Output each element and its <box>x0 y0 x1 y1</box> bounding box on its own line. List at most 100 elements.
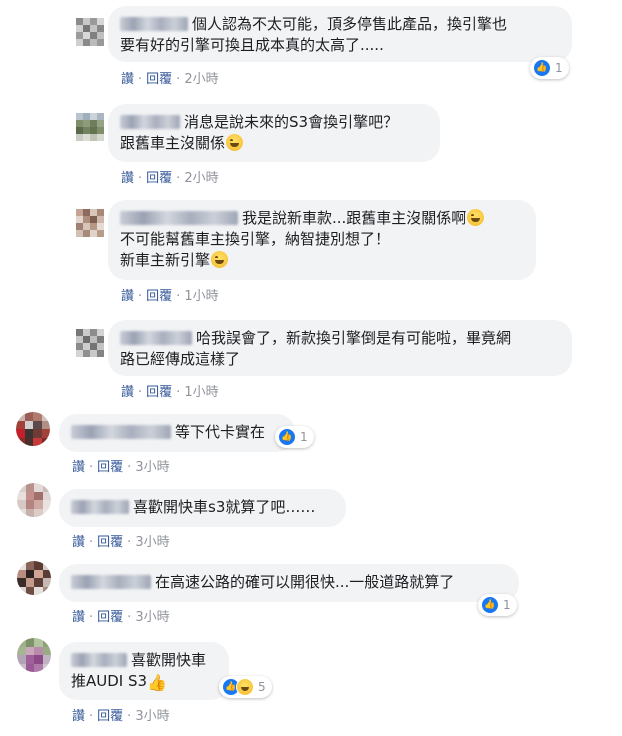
commenter-name[interactable] <box>71 500 129 514</box>
timestamp[interactable]: 1小時 <box>184 289 218 304</box>
separator: · <box>138 289 143 304</box>
avatar[interactable] <box>17 483 51 517</box>
comment-actions: 讚 · 回覆 · 3小時 <box>72 456 170 475</box>
separator: · <box>138 171 143 186</box>
separator: · <box>176 171 181 186</box>
comment-text-line: 哈我誤會了，新款換引擎倒是有可能啦，畢竟網 <box>196 329 512 347</box>
comment-bubble: 我是說新車款...跟舊車主沒關係啊 不可能幫舊車主換引擎，納智捷別想了！ 新車主… <box>108 200 536 280</box>
comment-text-line: 路已經傳成這樣了 <box>120 350 241 368</box>
like-link[interactable]: 讚 <box>121 289 134 304</box>
like-link[interactable]: 讚 <box>72 610 85 625</box>
laughing-emoji-icon <box>211 251 229 268</box>
separator: · <box>89 610 94 625</box>
reaction-badge[interactable]: 👍 1 <box>478 594 517 616</box>
comment-text-line: 在高速公路的確可以開很快...一般道路就算了 <box>155 573 455 591</box>
avatar[interactable] <box>76 209 104 237</box>
reply-link[interactable]: 回覆 <box>146 72 172 87</box>
commenter-name[interactable] <box>120 331 192 345</box>
comment-text-line: 我是說新車款...跟舊車主沒關係啊 <box>242 209 467 227</box>
comment-actions: 讚 · 回覆 · 3小時 <box>72 531 170 550</box>
comment-bubble: 等下代卡實在 <box>59 414 295 452</box>
separator: · <box>176 289 181 304</box>
comment-actions: 讚 · 回覆 · 3小時 <box>72 606 170 625</box>
commenter-name[interactable] <box>71 425 171 439</box>
comment-text-line: 消息是說未來的S3會換引擎吧？ <box>184 113 399 131</box>
avatar[interactable] <box>76 18 104 46</box>
commenter-name[interactable] <box>71 653 127 667</box>
avatar[interactable] <box>17 638 51 672</box>
separator: · <box>127 535 132 550</box>
like-reaction-icon: 👍 <box>533 59 551 77</box>
comment-actions: 讚 · 回覆 · 3小時 <box>72 705 170 724</box>
comment-actions: 讚 · 回覆 · 2小時 <box>121 68 219 87</box>
reaction-count: 1 <box>300 430 308 444</box>
comment-text-line: 喜歡開快車 <box>131 651 207 669</box>
timestamp[interactable]: 2小時 <box>184 171 218 186</box>
separator: · <box>138 385 143 400</box>
like-link[interactable]: 讚 <box>72 535 85 550</box>
like-link[interactable]: 讚 <box>121 385 134 400</box>
separator: · <box>127 709 132 724</box>
thumbs-up-emoji-icon: 👍 <box>147 673 167 692</box>
reaction-badge[interactable]: 👍 1 <box>530 57 569 79</box>
comment-text-line: 個人認為不太可能，頂多停售此產品，換引擎也 <box>192 15 508 33</box>
reply-link[interactable]: 回覆 <box>97 460 123 475</box>
like-link[interactable]: 讚 <box>121 171 134 186</box>
like-link[interactable]: 讚 <box>72 709 85 724</box>
comment-text-line: 要有好的引擎可換且成本真的太高了..... <box>120 36 384 54</box>
separator: · <box>89 535 94 550</box>
timestamp[interactable]: 2小時 <box>184 72 218 87</box>
timestamp[interactable]: 3小時 <box>135 535 169 550</box>
timestamp[interactable]: 3小時 <box>135 610 169 625</box>
commenter-name[interactable] <box>120 211 238 225</box>
separator: · <box>89 709 94 724</box>
like-link[interactable]: 讚 <box>121 72 134 87</box>
like-reaction-icon: 👍 <box>481 596 499 614</box>
comment-bubble: 喜歡開快車 推AUDI S3👍 <box>59 642 229 700</box>
separator: · <box>176 385 181 400</box>
reply-link[interactable]: 回覆 <box>97 535 123 550</box>
reaction-count: 5 <box>258 680 266 694</box>
reaction-count: 1 <box>555 61 563 75</box>
like-link[interactable]: 讚 <box>72 460 85 475</box>
commenter-name[interactable] <box>71 575 151 589</box>
comment-bubble: 在高速公路的確可以開很快...一般道路就算了 <box>59 564 519 602</box>
reply-link[interactable]: 回覆 <box>97 709 123 724</box>
haha-reaction-icon <box>236 678 254 696</box>
comment-text-line: 等下代卡實在 <box>175 423 266 441</box>
separator: · <box>138 72 143 87</box>
comment-bubble: 哈我誤會了，新款換引擎倒是有可能啦，畢竟網 路已經傳成這樣了 <box>108 320 572 376</box>
reply-link[interactable]: 回覆 <box>146 289 172 304</box>
comment-text-line: 喜歡開快車s3就算了吧…… <box>133 498 316 516</box>
reaction-badge[interactable]: 👍 5 <box>219 676 272 698</box>
commenter-name[interactable] <box>120 115 180 129</box>
laughing-emoji-icon <box>226 134 244 151</box>
timestamp[interactable]: 3小時 <box>135 460 169 475</box>
comment-text-line: 不可能幫舊車主換引擎，納智捷別想了！ <box>120 230 391 248</box>
comment-text-line: 跟舊車主沒關係 <box>120 134 226 152</box>
avatar[interactable] <box>16 412 50 446</box>
like-reaction-icon: 👍 <box>278 428 296 446</box>
reply-link[interactable]: 回覆 <box>97 610 123 625</box>
avatar[interactable] <box>17 561 51 595</box>
avatar[interactable] <box>76 329 104 357</box>
reply-link[interactable]: 回覆 <box>146 385 172 400</box>
separator: · <box>89 460 94 475</box>
reaction-count: 1 <box>503 598 511 612</box>
laughing-emoji-icon <box>467 209 485 226</box>
comment-text-line: 推AUDI S3 <box>71 672 148 690</box>
comment-actions: 讚 · 回覆 · 1小時 <box>121 381 219 400</box>
separator: · <box>127 460 132 475</box>
comment-bubble: 個人認為不太可能，頂多停售此產品，換引擎也 要有好的引擎可換且成本真的太高了..… <box>108 6 572 62</box>
commenter-name[interactable] <box>120 17 188 31</box>
reply-link[interactable]: 回覆 <box>146 171 172 186</box>
comment-actions: 讚 · 回覆 · 2小時 <box>121 167 219 186</box>
timestamp[interactable]: 1小時 <box>184 385 218 400</box>
comment-text-line: 新車主新引擎 <box>120 251 211 269</box>
separator: · <box>127 610 132 625</box>
separator: · <box>176 72 181 87</box>
comment-bubble: 消息是說未來的S3會換引擎吧？ 跟舊車主沒關係 <box>108 104 440 162</box>
reaction-badge[interactable]: 👍 1 <box>275 426 314 448</box>
avatar[interactable] <box>76 113 104 141</box>
timestamp[interactable]: 3小時 <box>135 709 169 724</box>
